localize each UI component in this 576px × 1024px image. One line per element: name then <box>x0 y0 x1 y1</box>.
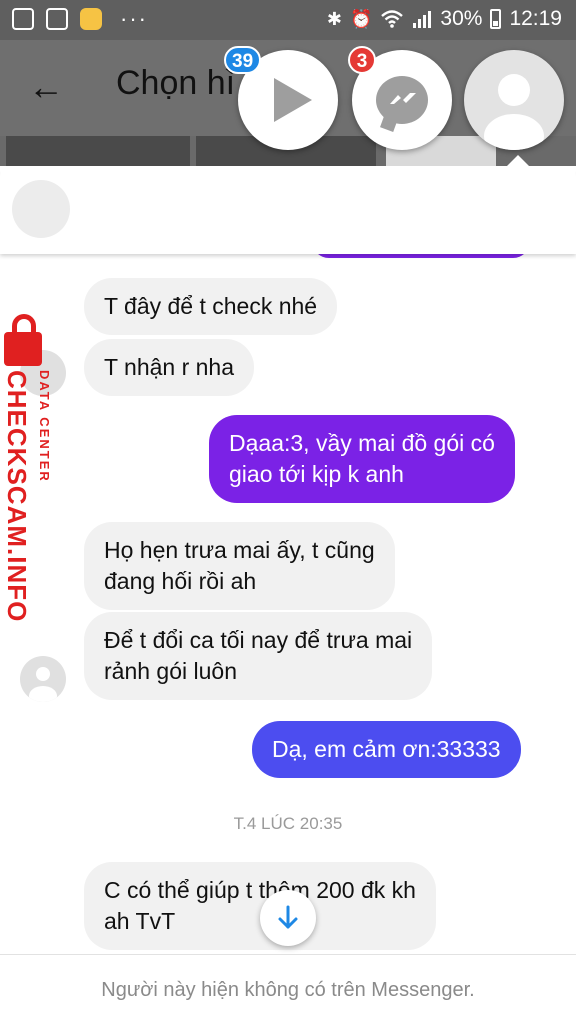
scroll-to-bottom-button[interactable] <box>260 890 316 946</box>
image-icon <box>12 8 34 30</box>
back-arrow-icon[interactable]: ← <box>28 66 64 108</box>
header-avatar[interactable] <box>12 180 70 238</box>
watermark-text: CHECKSCAM.INFO <box>2 370 32 623</box>
more-notifications-icon: ··· <box>120 6 148 31</box>
arrow-down-icon <box>278 905 298 929</box>
message-list[interactable]: T đây để t check nhé T nhận r nha Dạaa:3… <box>0 254 576 954</box>
incoming-message[interactable]: Để t đổi ca tối nay để trưa mai rảnh gói… <box>84 612 433 700</box>
watermark: CHECKSCAM.INFO DATA CENTER <box>0 310 70 622</box>
signal-icon <box>413 11 432 28</box>
chat-header <box>0 166 576 254</box>
watermark-subtext: DATA CENTER <box>37 370 52 483</box>
messenger-chat-head[interactable]: 3 <box>348 46 452 150</box>
notification-icons: ··· <box>12 8 148 30</box>
play-icon <box>274 78 312 122</box>
outgoing-message[interactable]: Dạaa:3, vầy mai đồ gói có giao tới kịp k… <box>209 415 515 503</box>
lock-icon-body <box>4 332 42 366</box>
incoming-message[interactable]: Họ hẹn trưa mai ấy, t cũng đang hối rồi … <box>84 522 395 610</box>
clock: 12:19 <box>509 7 562 30</box>
wifi-icon <box>381 10 404 28</box>
bluetooth-icon: ✱ <box>326 8 342 29</box>
battery-percent: 30% <box>440 7 483 30</box>
close-box-icon <box>46 8 68 30</box>
incoming-message[interactable]: T đây để t check nhé <box>84 278 338 335</box>
sender-avatar[interactable] <box>20 656 66 702</box>
messenger-bolt-icon <box>390 93 416 104</box>
video-chat-head[interactable]: 39 <box>224 46 338 150</box>
chat-panel: T đây để t check nhé T nhận r nha Dạaa:3… <box>0 166 576 1024</box>
unavailable-notice: Người này hiện không có trên Messenger. <box>0 954 576 1024</box>
notification-badge: 3 <box>348 46 376 74</box>
thumbnail <box>6 136 190 166</box>
contact-chat-head[interactable] <box>464 50 564 150</box>
avatar-placeholder-icon <box>484 74 544 150</box>
avatar-placeholder-icon <box>29 667 57 702</box>
notification-badge: 39 <box>224 46 262 74</box>
previous-message-edge <box>312 254 530 258</box>
unavailable-text: Người này hiện không có trên Messenger. <box>101 979 475 1001</box>
app-icon <box>80 8 102 30</box>
status-bar: ··· ✱ ⏰ 30% 12:19 <box>0 0 576 40</box>
alarm-icon: ⏰ <box>349 8 373 29</box>
incoming-message[interactable]: C có thể giúp t thêm 200 đk kh ah TvT <box>84 862 436 950</box>
system-icons: ✱ ⏰ 30% 12:19 <box>327 7 562 31</box>
background-title: Chọn hì <box>116 64 236 102</box>
message-timestamp: T.4 LÚC 20:35 <box>233 814 343 833</box>
battery-icon <box>490 9 502 29</box>
outgoing-message[interactable]: Dạ, em cảm ơn:33333 <box>252 721 521 778</box>
incoming-message[interactable]: T nhận r nha <box>84 339 255 396</box>
